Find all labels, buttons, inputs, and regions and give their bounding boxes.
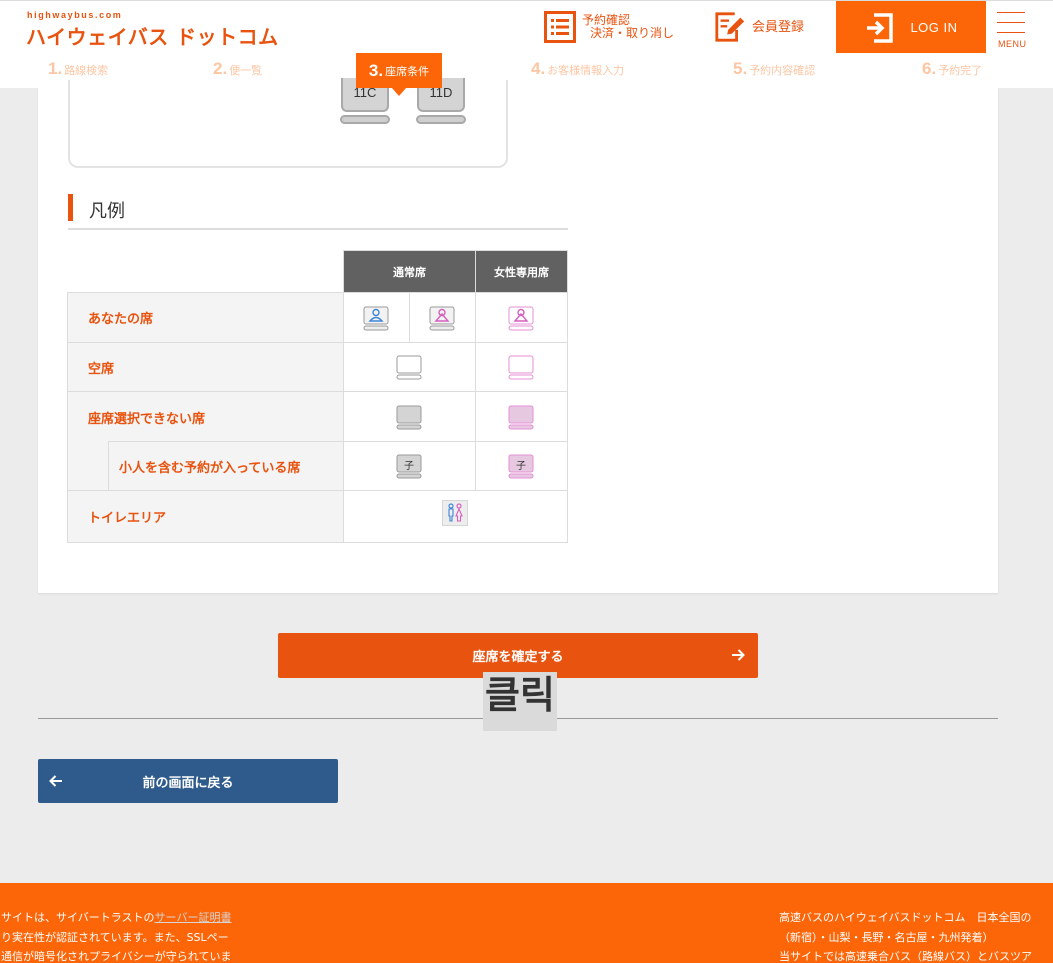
arrow-right-icon [732,649,745,661]
your-seat-male-icon [363,306,389,331]
back-button[interactable]: 前の画面に戻る [38,759,338,803]
confirm-seat-label: 座席を確定する [472,650,564,665]
row-your-seat: あなたの席 [67,292,344,343]
child-mark: 子 [404,461,414,472]
member-register-link[interactable]: 会員登録 [714,11,804,43]
step-5: 5. 予約内容確認 [733,59,816,78]
menu-label: MENU [998,39,1027,49]
click-annotation: 클릭 [483,672,557,731]
edit-form-icon [715,12,745,42]
login-icon [867,12,894,43]
member-register-label: 会員登録 [752,19,805,35]
step-6: 6. 予約完了 [922,59,983,78]
menu-button[interactable]: MENU [986,1,1053,54]
footer-description-text: 高速バスのハイウェイバスドットコム 日本全国の （新宿）・山梨・長野・名古屋・九… [779,911,1032,963]
reservation-check-link[interactable]: 予約確認 決済・取り消し [544,11,674,43]
server-certificate-link[interactable]: サーバー証明書 [155,911,232,924]
hamburger-icon [997,12,1025,13]
footer-security-text: サイトは、サイバートラストのサーバー証明書 り実在性が認証されています。また、S… [1,911,232,963]
current-step-pointer [392,88,406,96]
unavailable-seat-icon [396,405,422,430]
step-1: 1. 路線検索 [48,59,109,78]
row-child-seat: 小人を含む予約が入っている席 [108,441,344,491]
seat-map: 11C 11D [68,78,508,168]
empty-female-seat-icon [508,355,534,380]
col-normal-seat: 通常席 [343,250,476,293]
payment-cancel-label: 決済・取り消し [590,26,675,40]
site-footer: サイトは、サイバートラストのサーバー証明書 り実在性が認証されています。また、S… [0,883,1053,963]
toilet-icon [442,500,468,526]
arrow-left-icon [49,775,62,787]
step-3-current: 3. 座席条件 [356,53,442,88]
child-mark: 子 [516,461,526,472]
your-seat-female-only-icon [508,306,534,331]
legend-heading: 凡例 [68,193,568,230]
logo-domain-text: highwaybus.com [27,10,123,20]
col-female-seat: 女性専用席 [475,250,568,293]
site-logo[interactable]: ハイウェイバス ドットコム [26,21,279,50]
row-empty-seat: 空席 [67,342,344,392]
list-icon [544,11,576,43]
empty-seat-icon [396,355,422,380]
back-label: 前の画面に戻る [142,775,234,791]
step-4: 4. お客様情報入力 [531,59,625,78]
legend-table: 通常席 女性専用席 あなたの席 空席 座席選択できない席 小人を含む予約が入って… [67,250,568,543]
step-2: 2. 便一覧 [213,59,263,78]
legend-title: 凡例 [89,201,125,222]
child-female-seat-icon: 子 [508,454,534,480]
unavailable-female-seat-icon [508,405,534,430]
child-seat-icon: 子 [396,454,422,480]
login-button[interactable]: LOG IN [836,1,986,54]
login-label: LOG IN [910,20,958,35]
site-header: highwaybus.com ハイウェイバス ドットコム 予約確認 決済・取り消… [0,0,1053,54]
your-seat-female-icon [429,306,455,331]
click-annotation-text: 클릭 [485,673,555,717]
row-toilet-area: トイレエリア [67,490,344,543]
